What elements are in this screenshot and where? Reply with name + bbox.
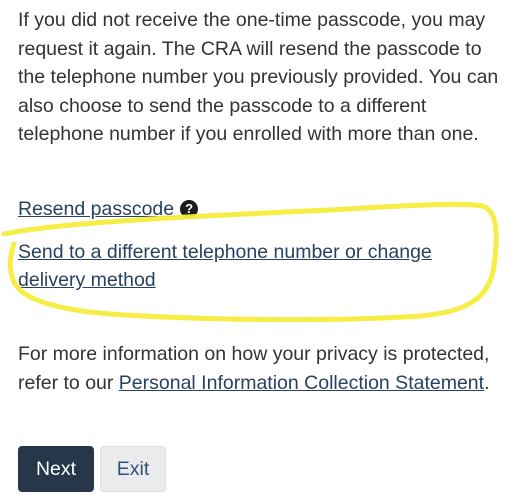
- resend-passcode-link[interactable]: Resend passcode: [18, 195, 174, 223]
- privacy-period: .: [484, 371, 490, 394]
- passcode-info-paragraph: If you did not receive the one-time pass…: [18, 9, 499, 146]
- exit-button[interactable]: Exit: [100, 446, 166, 492]
- resend-row: Resend passcode ?: [18, 195, 199, 223]
- send-other-wrapper: Send to a different telephone number or …: [18, 238, 498, 295]
- main-content: If you did not receive the one-time pass…: [18, 6, 508, 149]
- next-button[interactable]: Next: [18, 446, 94, 492]
- privacy-paragraph: For more information on how your privacy…: [18, 340, 498, 397]
- help-question-icon[interactable]: ?: [180, 200, 199, 218]
- personal-information-collection-statement-link[interactable]: Personal Information Collection Statemen…: [119, 372, 484, 394]
- send-different-number-link[interactable]: Send to a different telephone number or …: [18, 241, 432, 291]
